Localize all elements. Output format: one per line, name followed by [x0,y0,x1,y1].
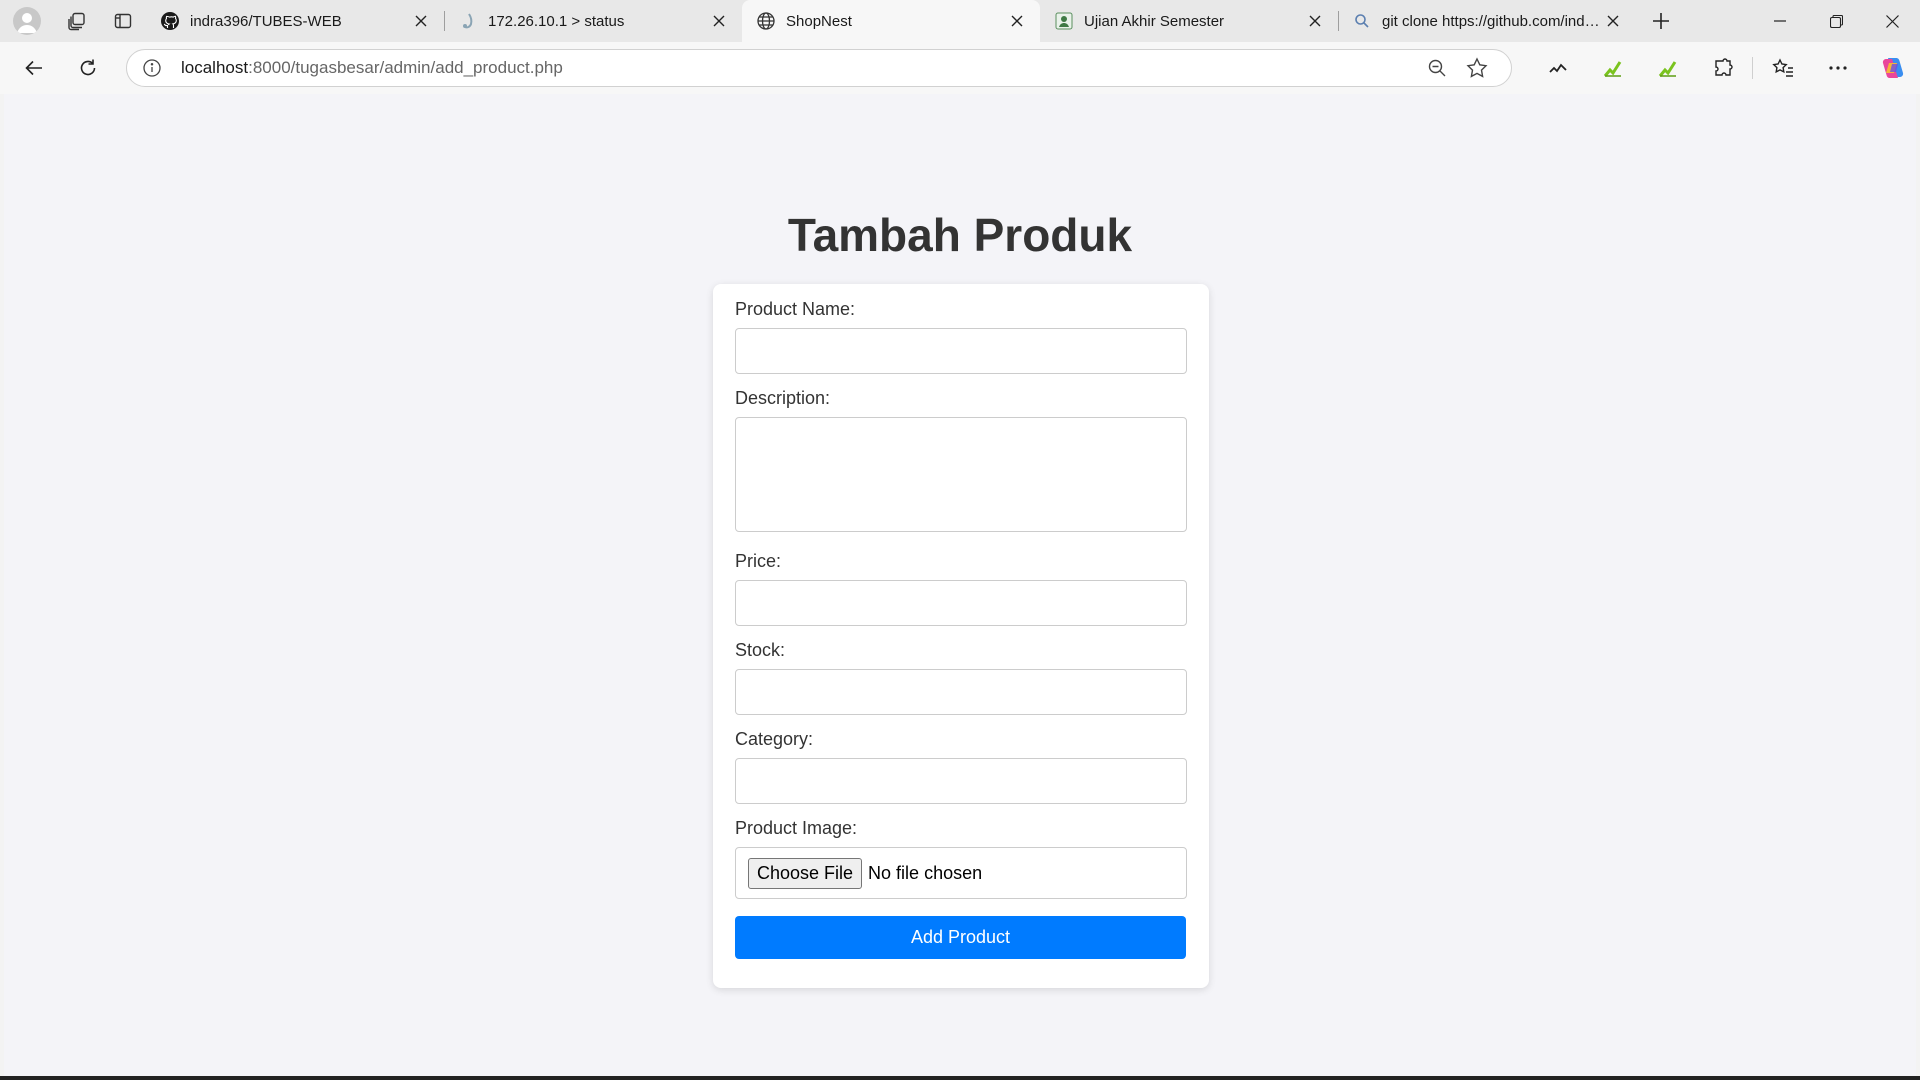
trend-line-icon [1548,63,1567,73]
description-textarea[interactable] [735,417,1187,532]
close-tab-icon[interactable] [1006,10,1028,32]
close-icon [1885,14,1899,28]
plus-icon [1653,13,1669,29]
site-info-icon[interactable] [141,57,163,79]
stock-label: Stock: [735,640,786,660]
add-product-button[interactable]: Add Product [735,916,1186,959]
tab-ujian[interactable]: Ujian Akhir Semester [1040,0,1338,42]
tab-search[interactable]: git clone https://github.com/indra396 [1338,0,1636,42]
page-title: Tambah Produk [787,209,1133,261]
address-bar[interactable]: localhost:8000/tugasbesar/admin/add_prod… [126,49,1512,87]
toolbar-extensions [1530,48,1920,88]
tab-shopnest[interactable]: ShopNest [742,0,1040,42]
leaf-chart-icon [1603,61,1621,77]
search-icon [1352,11,1372,31]
price-label: Price: [735,551,782,571]
favorite-star-icon[interactable] [1457,53,1497,83]
minimize-icon [1774,20,1786,22]
close-tab-icon[interactable] [1304,10,1326,32]
leaf-chart-icon [1658,61,1676,77]
price-input[interactable] [735,580,1187,626]
extension-leaf-button-2[interactable] [1640,48,1695,88]
url-host: localhost [181,58,249,77]
status-icon [458,11,478,31]
toolbar-divider [1752,57,1753,79]
url-path: :8000/tugasbesar/admin/add_product.php [248,58,563,77]
restore-icon [1829,14,1843,28]
stock-input[interactable] [735,669,1187,715]
tab-actions-icon [114,13,132,29]
close-window-button[interactable] [1864,0,1920,42]
new-tab-button[interactable] [1636,0,1686,42]
zoom-out-icon[interactable] [1417,53,1457,83]
globe-icon [756,11,776,31]
extension-trend-button[interactable] [1530,48,1585,88]
close-tab-icon[interactable] [708,10,730,32]
back-arrow-icon [25,60,42,76]
page-content: Tambah Produk Product Name: Description:… [4,94,1916,1076]
school-icon [1054,11,1074,31]
tab-title: 172.26.10.1 > status [488,12,625,30]
description-label: Description: [735,388,831,408]
product-image-input: Choose File No file chosen [735,847,1187,899]
category-input[interactable] [735,758,1187,804]
extension-leaf-button[interactable] [1585,48,1640,88]
more-options-icon [1828,66,1847,70]
favorites-button[interactable] [1755,48,1810,88]
product-name-input[interactable] [735,328,1187,374]
refresh-icon [80,59,96,76]
copilot-button[interactable] [1865,48,1920,88]
settings-menu-button[interactable] [1810,48,1865,88]
window-controls [1752,0,1920,42]
category-label: Category: [735,729,814,749]
workspaces-icon [68,12,85,31]
copilot-icon [1882,58,1903,78]
back-button[interactable] [10,48,58,88]
add-product-form: Product Name: Description: Price: Stock:… [713,284,1209,988]
browser-toolbar: localhost:8000/tugasbesar/admin/add_prod… [0,42,1920,94]
window-bottom-edge [0,1076,1920,1080]
tab-github[interactable]: indra396/TUBES-WEB [146,0,444,42]
url-text: localhost:8000/tugasbesar/admin/add_prod… [181,58,1417,78]
workspaces-button[interactable] [54,0,100,42]
favorites-list-icon [1771,58,1793,77]
restore-button[interactable] [1808,0,1864,42]
puzzle-icon [1714,58,1733,76]
refresh-button[interactable] [64,48,112,88]
github-icon [160,11,180,31]
tab-title: git clone https://github.com/indra396 [1382,12,1602,30]
minimize-button[interactable] [1752,0,1808,42]
tab-strip: indra396/TUBES-WEB 172.26.10.1 > status … [0,0,1920,42]
tab-title: indra396/TUBES-WEB [190,12,342,30]
product-image-label: Product Image: [735,818,858,838]
extensions-button[interactable] [1695,48,1750,88]
profile-button[interactable] [0,0,54,42]
tab-title: Ujian Akhir Semester [1084,12,1225,30]
close-tab-icon[interactable] [1602,10,1624,32]
tab-status[interactable]: 172.26.10.1 > status [444,0,742,42]
vertical-tabs-button[interactable] [100,0,146,42]
close-tab-icon[interactable] [410,10,432,32]
file-status-text: No file chosen [868,862,983,883]
profile-avatar-icon [13,7,41,35]
tab-title: ShopNest [786,12,852,30]
product-name-label: Product Name: [735,299,856,319]
choose-file-button[interactable]: Choose File [748,857,863,889]
